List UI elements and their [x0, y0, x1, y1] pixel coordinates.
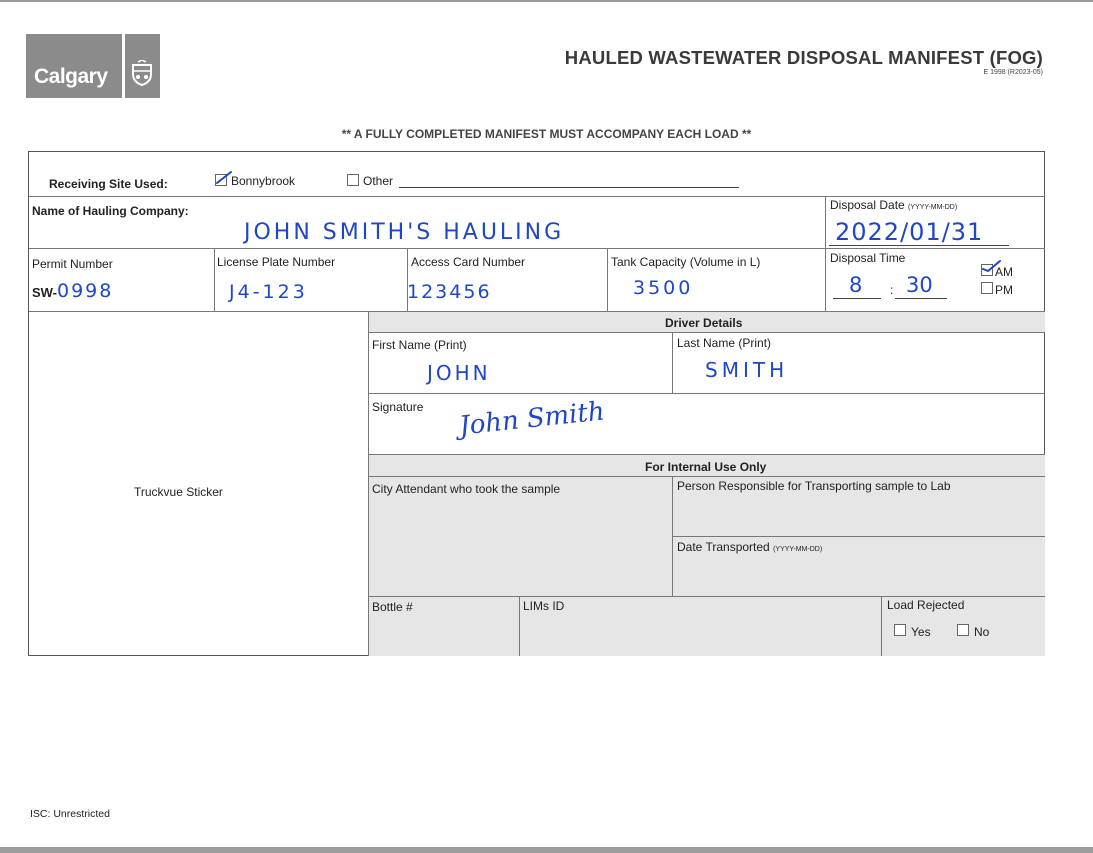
receiving-site-label: Receiving Site Used: — [49, 177, 168, 191]
disposal-time-minute[interactable]: 30 — [906, 273, 933, 297]
rule — [672, 536, 1045, 537]
load-rejected-label: Load Rejected — [887, 598, 965, 612]
form-title: HAULED WASTEWATER DISPOSAL MANIFEST (FOG… — [564, 47, 1043, 68]
last-name-label: Last Name (Print) — [677, 336, 772, 350]
rule — [214, 248, 215, 311]
logo-separator — [122, 34, 125, 98]
bottle-number-label: Bottle # — [372, 600, 413, 614]
city-attendant-label: City Attendant who took the sample — [372, 482, 561, 496]
driver-details-header: Driver Details — [665, 316, 743, 330]
disposal-time-hour[interactable]: 8 — [849, 273, 862, 297]
tank-capacity-value[interactable]: 3500 — [633, 277, 693, 299]
signature-label: Signature — [372, 400, 424, 414]
rule — [368, 596, 1045, 597]
date-transported-label: Date Transported (YYYY-MM-DD) — [677, 540, 823, 554]
driver-signature[interactable]: John Smith — [458, 396, 606, 441]
access-card-label: Access Card Number — [411, 255, 526, 269]
time-separator: : — [890, 283, 894, 297]
disposal-date-underline — [829, 245, 1009, 246]
disposal-date-value[interactable]: 2022/01/31 — [835, 218, 983, 246]
first-name-value[interactable]: JOHN — [427, 361, 491, 385]
rule — [672, 332, 673, 393]
rule — [29, 248, 1045, 249]
minute-underline — [895, 298, 947, 299]
hauling-company-label: Name of Hauling Company: — [32, 204, 189, 218]
lims-id-label: LIMs ID — [523, 599, 565, 613]
access-card-value[interactable]: 123456 — [407, 281, 492, 303]
top-border — [0, 0, 1093, 2]
permit-number-value[interactable]: 0998 — [57, 280, 113, 302]
rule — [29, 196, 1045, 197]
rule — [672, 476, 673, 596]
tank-capacity-label: Tank Capacity (Volume in L) — [611, 255, 761, 269]
first-name-label: First Name (Print) — [372, 338, 467, 352]
logo-wordmark: Calgary — [34, 65, 108, 88]
rule — [607, 248, 608, 311]
rule — [368, 393, 1045, 394]
am-label: AM — [995, 265, 1013, 279]
last-name-value[interactable]: SMITH — [705, 358, 788, 382]
rule — [881, 596, 882, 656]
truckvue-sticker-label: Truckvue Sticker — [134, 485, 223, 499]
other-label: Other — [363, 174, 394, 188]
form-code: E 1998 (R2023-05) — [983, 69, 1043, 76]
rejected-no-checkbox[interactable] — [957, 624, 969, 636]
calgary-logo: Calgary — [26, 34, 160, 98]
rejected-no-label: No — [974, 625, 990, 639]
rule — [29, 311, 1045, 312]
rule — [825, 196, 826, 311]
rule — [368, 332, 1045, 333]
city-crest-icon — [132, 60, 152, 86]
pm-label: PM — [995, 283, 1013, 297]
disposal-time-label: Disposal Time — [830, 251, 906, 265]
rejected-yes-checkbox[interactable] — [894, 624, 906, 636]
transport-person-label: Person Responsible for Transporting samp… — [677, 479, 951, 493]
other-checkbox[interactable] — [347, 174, 359, 186]
rule — [368, 476, 1045, 477]
bonnybrook-label: Bonnybrook — [231, 174, 296, 188]
pm-checkbox[interactable] — [981, 282, 993, 294]
other-site-field[interactable] — [399, 187, 739, 188]
license-plate-label: License Plate Number — [217, 255, 336, 269]
disposal-date-label: Disposal Date (YYYY-MM-DD) — [830, 198, 958, 212]
rule — [368, 311, 369, 656]
hauling-company-value[interactable]: JOHN SMITH'S HAULING — [244, 220, 564, 245]
permit-prefix: SW- — [32, 285, 58, 300]
classification-label: ISC: Unrestricted — [30, 808, 110, 820]
rule — [519, 596, 520, 656]
load-notice: ** A FULLY COMPLETED MANIFEST MUST ACCOM… — [341, 127, 752, 141]
hour-underline — [833, 298, 881, 299]
internal-use-header: For Internal Use Only — [645, 460, 767, 474]
rejected-yes-label: Yes — [911, 625, 931, 639]
bottom-border — [0, 847, 1093, 853]
license-plate-value[interactable]: J4-123 — [229, 281, 308, 303]
rule — [368, 454, 1045, 455]
permit-number-label: Permit Number — [32, 257, 113, 271]
manifest-form: Receiving Site Used: Bonnybrook Other Na… — [28, 151, 1045, 656]
